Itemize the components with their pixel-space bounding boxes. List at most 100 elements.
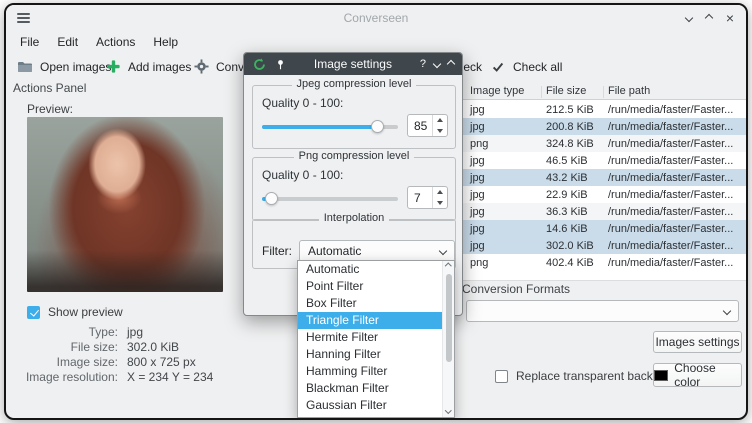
info-imagesize-value: 800 x 725 px bbox=[127, 355, 196, 369]
chevron-down-icon bbox=[723, 307, 731, 315]
table-row[interactable]: jpg22.9 KiB/run/media/faster/Faster... bbox=[455, 186, 746, 203]
dropdown-item[interactable]: Triangle Filter bbox=[298, 312, 454, 329]
table-row[interactable]: jpg200.8 KiB/run/media/faster/Faster... bbox=[455, 118, 746, 135]
choose-color-button[interactable]: Choose color bbox=[653, 363, 742, 387]
minimize-icon[interactable] bbox=[685, 14, 693, 22]
pin-icon[interactable] bbox=[274, 58, 286, 70]
dialog-unshade-icon[interactable] bbox=[447, 60, 455, 68]
table-row[interactable]: jpg212.5 KiB/run/media/faster/Faster... bbox=[455, 101, 746, 118]
help-icon[interactable]: ? bbox=[420, 58, 426, 70]
conversion-formats-title: Conversion Formats bbox=[462, 282, 570, 296]
filter-dropdown-popup: Automatic Point Filter Box Filter Triang… bbox=[297, 260, 455, 418]
column-file-path[interactable]: File path bbox=[608, 85, 650, 97]
show-preview-row: Show preview bbox=[27, 305, 123, 319]
interpolation-group-title: Interpolation bbox=[253, 212, 455, 224]
filter-combobox[interactable]: Automatic bbox=[299, 240, 455, 262]
dropdown-item[interactable]: Hanning Filter bbox=[298, 346, 454, 363]
dropdown-item[interactable]: Blackman Filter bbox=[298, 380, 454, 397]
info-resolution-label: Image resolution: bbox=[6, 370, 118, 384]
dropdown-item[interactable]: Quadratic Filter bbox=[298, 414, 454, 418]
menu-help[interactable]: Help bbox=[145, 33, 188, 52]
jpeg-compression-group: Jpeg compression level Quality 0 - 100: … bbox=[252, 85, 456, 149]
dropdown-item[interactable]: Point Filter bbox=[298, 278, 454, 295]
png-quality-value: 7 bbox=[414, 187, 421, 208]
images-settings-button[interactable]: Images settings bbox=[653, 331, 742, 353]
check-all-button[interactable]: Check all bbox=[483, 54, 569, 79]
table-row[interactable]: jpg36.3 KiB/run/media/faster/Faster... bbox=[455, 203, 746, 220]
jpeg-quality-slider[interactable] bbox=[262, 120, 398, 134]
menu-actions[interactable]: Actions bbox=[88, 33, 145, 52]
color-swatch bbox=[654, 370, 668, 381]
table-row[interactable]: jpg302.0 KiB/run/media/faster/Faster... bbox=[455, 237, 746, 254]
png-quality-spinbox[interactable]: 7 bbox=[407, 186, 448, 209]
menu-edit[interactable]: Edit bbox=[49, 33, 88, 52]
spin-down-icon[interactable] bbox=[433, 126, 447, 137]
png-quality-label: Quality 0 - 100: bbox=[262, 168, 343, 182]
dialog-titlebar[interactable]: Image settings ? bbox=[244, 53, 462, 75]
table-row[interactable]: jpg14.6 KiB/run/media/faster/Faster... bbox=[455, 220, 746, 237]
scroll-up-icon[interactable] bbox=[445, 263, 451, 269]
chevron-down-icon bbox=[439, 247, 447, 255]
slider-handle[interactable] bbox=[371, 120, 384, 133]
dropdown-scrollbar[interactable] bbox=[442, 261, 454, 417]
dropdown-item[interactable]: Gaussian Filter bbox=[298, 397, 454, 414]
jpeg-quality-spinbox[interactable]: 85 bbox=[407, 114, 448, 137]
slider-groove[interactable] bbox=[262, 197, 398, 201]
menubar: File Edit Actions Help bbox=[12, 33, 188, 52]
table-bottom-separator bbox=[455, 280, 746, 281]
format-combobox[interactable] bbox=[466, 300, 739, 322]
dropdown-item[interactable]: Automatic bbox=[298, 261, 454, 278]
scroll-down-icon[interactable] bbox=[445, 407, 451, 413]
spin-up-icon[interactable] bbox=[433, 187, 447, 198]
menu-file[interactable]: File bbox=[12, 33, 49, 52]
info-type-label: Type: bbox=[6, 325, 118, 339]
info-filesize-label: File size: bbox=[6, 340, 118, 354]
maximize-icon[interactable] bbox=[705, 14, 713, 22]
dialog-shade-icon[interactable] bbox=[433, 60, 441, 68]
app-window: Converseen × File Edit Actions Help Open… bbox=[4, 3, 748, 420]
column-image-type[interactable]: Image type bbox=[470, 85, 524, 97]
info-imagesize-label: Image size: bbox=[6, 355, 118, 369]
dropdown-item[interactable]: Hamming Filter bbox=[298, 363, 454, 380]
preview-image bbox=[27, 117, 223, 292]
file-table-header: Image type File size File path bbox=[455, 84, 746, 100]
replace-transparent-checkbox[interactable] bbox=[495, 370, 508, 383]
png-quality-slider[interactable] bbox=[262, 192, 398, 206]
show-preview-checkbox[interactable] bbox=[27, 306, 40, 319]
filter-combobox-value: Automatic bbox=[308, 244, 440, 258]
filter-label: Filter: bbox=[262, 244, 292, 258]
table-row[interactable]: jpg43.2 KiB/run/media/faster/Faster... bbox=[455, 169, 746, 186]
info-filesize-value: 302.0 KiB bbox=[127, 340, 179, 354]
column-file-size[interactable]: File size bbox=[546, 85, 586, 97]
spin-down-icon[interactable] bbox=[433, 198, 447, 209]
check-all-label: Check all bbox=[513, 60, 562, 74]
spin-up-icon[interactable] bbox=[433, 115, 447, 126]
window-title: Converseen bbox=[6, 11, 746, 25]
titlebar: Converseen × bbox=[6, 5, 746, 31]
table-row[interactable]: png324.8 KiB/run/media/faster/Faster... bbox=[455, 135, 746, 152]
add-images-button[interactable]: Add images bbox=[98, 54, 198, 79]
scrollbar-thumb[interactable] bbox=[446, 274, 452, 362]
close-icon[interactable]: × bbox=[726, 11, 734, 25]
slider-handle[interactable] bbox=[265, 192, 278, 205]
table-row[interactable]: png402.4 KiB/run/media/faster/Faster... bbox=[455, 254, 746, 271]
png-group-title: Png compression level bbox=[253, 150, 455, 162]
folder-open-icon bbox=[17, 59, 33, 75]
dropdown-item[interactable]: Hermite Filter bbox=[298, 329, 454, 346]
jpeg-quality-value: 85 bbox=[414, 115, 427, 136]
dialog-title: Image settings bbox=[294, 57, 412, 71]
info-resolution-value: X = 234 Y = 234 bbox=[127, 370, 213, 384]
jpeg-group-title: Jpeg compression level bbox=[253, 78, 455, 90]
actions-panel-title: Actions Panel bbox=[13, 81, 86, 95]
refresh-icon[interactable] bbox=[252, 57, 266, 71]
show-preview-label: Show preview bbox=[48, 305, 123, 319]
info-type-value: jpg bbox=[127, 325, 143, 339]
slider-fill bbox=[262, 125, 378, 129]
preview-label: Preview: bbox=[27, 102, 73, 116]
dropdown-item[interactable]: Box Filter bbox=[298, 295, 454, 312]
add-plus-icon bbox=[105, 59, 121, 75]
check-all-icon bbox=[490, 59, 506, 75]
convert-gear-icon bbox=[193, 59, 209, 75]
jpeg-quality-label: Quality 0 - 100: bbox=[262, 96, 343, 110]
table-row[interactable]: jpg46.5 KiB/run/media/faster/Faster... bbox=[455, 152, 746, 169]
